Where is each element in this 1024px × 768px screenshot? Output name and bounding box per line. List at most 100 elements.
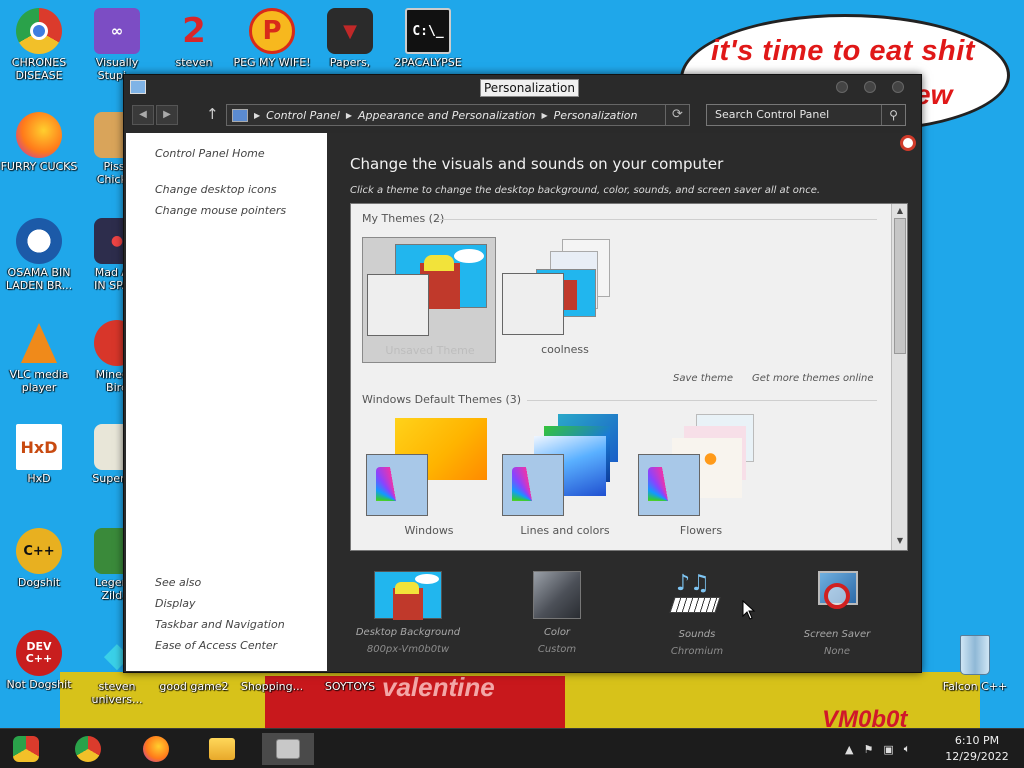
desktop-icon-label: VLC media player	[9, 368, 69, 394]
desktop-icon-osama[interactable]: OSAMA BIN LADEN BR...	[0, 218, 78, 292]
help-icon[interactable]	[900, 135, 916, 151]
desktop-icon-label: HxD	[27, 472, 51, 485]
dev-cpp-icon: DEV C++	[16, 630, 62, 676]
close-button[interactable]	[892, 81, 904, 93]
page-subtitle: Click a theme to change the desktop back…	[350, 185, 821, 196]
scrollbar-thumb[interactable]	[894, 218, 906, 354]
minimize-button[interactable]	[836, 81, 848, 93]
theme-tile-flowers[interactable]: Flowers	[634, 414, 768, 544]
group-divider	[437, 219, 877, 220]
control-panel-home-link[interactable]: Control Panel Home	[155, 147, 265, 160]
save-theme-link[interactable]: Save theme	[673, 373, 733, 384]
title-bar[interactable]: Personalization	[124, 75, 921, 101]
theme-name: Unsaved Theme	[385, 344, 475, 357]
color-setting[interactable]: Color Custom	[487, 571, 627, 655]
desktop-icon-furry-cucks[interactable]: FURRY CUCKS	[0, 112, 78, 173]
desktop-icon-label: OSAMA BIN LADEN BR...	[5, 266, 73, 292]
address-bar[interactable]: ▶ Control Panel ▶ Appearance and Persona…	[226, 104, 690, 126]
theme-tile-coolness[interactable]: coolness	[498, 237, 632, 363]
system-tray: ▲ ⚑ ▣ 🔈︎	[845, 729, 910, 768]
desktop-icon-peg-my-wife[interactable]: P PEG MY WIFE!	[233, 8, 311, 69]
color-swatch-icon	[533, 571, 581, 619]
volume-icon[interactable]: 🔈︎	[904, 742, 911, 756]
ease-of-access-link[interactable]: Ease of Access Center	[155, 639, 277, 652]
start-button[interactable]	[0, 733, 52, 765]
theme-tile-unsaved[interactable]: Unsaved Theme	[362, 237, 496, 363]
desktop-icon-visually-stupid[interactable]: ∞ Visually Stupi...	[78, 8, 156, 82]
desktop-background-setting[interactable]: Desktop Background 800px-Vm0b0tw	[338, 571, 478, 655]
control-panel-icon	[276, 739, 300, 759]
clock[interactable]: 6:10 PM 12/29/2022	[930, 733, 1024, 765]
screen-saver-icon	[804, 571, 870, 621]
theme-tile-lines-and-colors[interactable]: Lines and colors	[498, 414, 632, 544]
desktop-icon-papers[interactable]: ▼ Papers,	[311, 8, 389, 69]
number-two-icon: 2	[182, 11, 206, 51]
papers-please-icon: ▼	[327, 8, 373, 54]
theme-name: Flowers	[679, 524, 723, 537]
vlc-icon	[16, 320, 62, 366]
desktop-icon-label: FURRY CUCKS	[0, 160, 78, 173]
taskbar-control-panel[interactable]	[262, 733, 314, 765]
taskbar-file-explorer[interactable]	[196, 733, 248, 765]
theme-tile-windows[interactable]: Windows	[362, 418, 496, 544]
desktop-icon-steven[interactable]: 2 steven	[155, 8, 233, 69]
chevron-right-icon: ▶	[541, 110, 548, 120]
get-more-themes-link[interactable]: Get more themes online	[752, 373, 874, 384]
maximize-button[interactable]	[864, 81, 876, 93]
window-title: Personalization	[480, 79, 579, 97]
desktop-icon-label: steven	[175, 56, 213, 69]
search-input[interactable]: Search Control Panel ⚲	[706, 104, 906, 126]
desktop-icon-falcon-cpp[interactable]: Falcon C++	[936, 632, 1014, 693]
page-title: Change the visuals and sounds on your co…	[350, 155, 724, 173]
desktop-icon-dogshit[interactable]: C++ Dogshit	[0, 528, 78, 589]
firefox-icon	[143, 736, 169, 762]
desktop-icon-label: SOYTOYS	[324, 680, 376, 693]
firefox-icon	[16, 112, 62, 158]
scroll-up-icon[interactable]: ▲	[895, 206, 905, 216]
scroll-down-icon[interactable]: ▼	[895, 536, 905, 546]
color-fan-icon	[376, 467, 416, 501]
desktop-icon-2pacalypse[interactable]: C:\_ 2PACALYPSE	[389, 8, 467, 69]
navigation-bar: ◀ ▶ ↑ ▶ Control Panel ▶ Appearance and P…	[124, 103, 921, 131]
breadcrumb-control-panel[interactable]: Control Panel	[266, 109, 340, 122]
taskbar-chrome[interactable]	[62, 733, 114, 765]
sounds-icon: ♪♫	[664, 571, 730, 621]
desktop-icon-label: Dogshit	[17, 576, 61, 589]
refresh-icon[interactable]: ⟳	[665, 105, 689, 125]
taskbar-firefox[interactable]	[130, 733, 182, 765]
start-icon	[13, 736, 39, 762]
desktop-icon-hxd[interactable]: HxD HxD	[0, 424, 78, 485]
recycle-bin-icon	[952, 632, 998, 678]
screen-saver-setting[interactable]: Screen Saver None	[767, 571, 907, 657]
desktop-icon-vlc[interactable]: VLC media player	[0, 320, 78, 394]
theme-list: My Themes (2) Unsaved Theme coolness Sav…	[350, 203, 908, 551]
setting-label: Desktop Background	[355, 627, 461, 638]
desktop-icon-label: Falcon C++	[942, 680, 1008, 693]
breadcrumb-personalization[interactable]: Personalization	[554, 109, 638, 122]
theme-list-scrollbar[interactable]: ▲ ▼	[891, 204, 907, 550]
taskbar-navigation-link[interactable]: Taskbar and Navigation	[155, 618, 285, 631]
theme-color-swatch	[502, 273, 564, 335]
theme-color-swatch	[638, 454, 700, 516]
display-link[interactable]: Display	[155, 597, 196, 610]
flag-icon[interactable]: ⚑	[863, 743, 873, 756]
mouse-cursor-icon	[742, 600, 756, 620]
network-icon[interactable]: ▣	[883, 743, 893, 756]
change-desktop-icons-link[interactable]: Change desktop icons	[155, 183, 277, 196]
forward-button[interactable]: ▶	[156, 105, 178, 125]
change-mouse-pointers-link[interactable]: Change mouse pointers	[155, 204, 286, 217]
my-themes-heading: My Themes (2)	[362, 212, 445, 225]
back-button[interactable]: ◀	[132, 105, 154, 125]
setting-label: Sounds	[678, 629, 716, 640]
desktop-icon-label: 2PACALYPSE	[394, 56, 462, 69]
up-arrow-icon[interactable]: ↑	[206, 105, 219, 123]
see-also-heading: See also	[155, 576, 202, 589]
search-icon[interactable]: ⚲	[881, 105, 905, 125]
clock-date: 12/29/2022	[945, 750, 1009, 763]
setting-label: Screen Saver	[803, 629, 871, 640]
show-hidden-icons-icon[interactable]: ▲	[845, 743, 853, 756]
desktop-icon-chrones-disease[interactable]: CHRONES DISEASE	[0, 8, 78, 82]
desktop-icon-not-dogshit[interactable]: DEV C++ Not Dogshit	[0, 630, 78, 691]
breadcrumb-appearance[interactable]: Appearance and Personalization	[358, 109, 536, 122]
desktop-icon-label: Shopping...	[240, 680, 304, 693]
